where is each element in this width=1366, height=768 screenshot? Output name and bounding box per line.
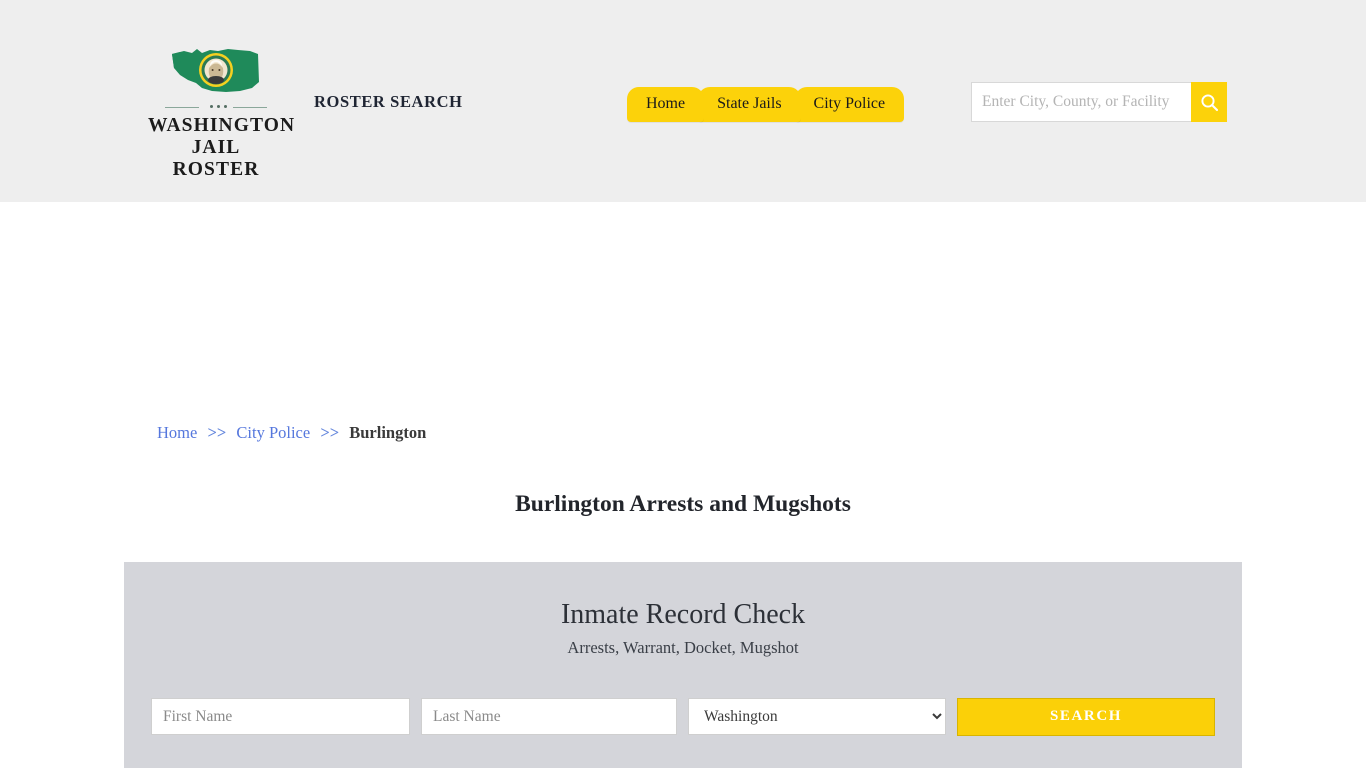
main-navigation: Home State Jails City Police <box>627 80 905 122</box>
logo-divider-ornament <box>161 103 271 112</box>
site-logo[interactable]: WASHINGTON JAIL ROSTER <box>148 42 296 180</box>
page-title: Burlington Arrests and Mugshots <box>515 490 851 517</box>
logo-text-line2: JAIL ROSTER <box>172 136 260 180</box>
panel-title: Inmate Record Check <box>560 599 806 630</box>
roster-search-wordmark: ROSTER SEARCH <box>314 92 463 111</box>
inmate-search-form: Washington SEARCH <box>151 697 1215 736</box>
nav-tab-state-jails[interactable]: State Jails <box>698 87 801 122</box>
breadcrumb-item-city-police[interactable]: City Police <box>236 423 310 442</box>
first-name-input[interactable] <box>151 698 410 736</box>
header-search-input[interactable] <box>972 83 1191 121</box>
search-button[interactable]: SEARCH <box>957 697 1215 736</box>
site-header: WASHINGTON JAIL ROSTER ROSTER SEARCH Hom… <box>0 0 1366 202</box>
breadcrumb: Home >> City Police >> Burlington <box>157 423 426 443</box>
panel-subtitle: Arrests, Warrant, Docket, Mugshot <box>567 637 799 657</box>
nav-tab-home[interactable]: Home <box>627 87 705 122</box>
breadcrumb-item-current: Burlington <box>349 423 427 442</box>
nav-tab-city-police[interactable]: City Police <box>794 87 905 122</box>
header-search-button[interactable] <box>1191 82 1227 122</box>
breadcrumb-item-home[interactable]: Home <box>157 423 197 442</box>
breadcrumb-separator: >> <box>320 423 340 442</box>
breadcrumb-separator: >> <box>207 423 227 442</box>
header-search-box <box>971 82 1227 122</box>
header-inner: WASHINGTON JAIL ROSTER ROSTER SEARCH Hom… <box>0 0 1366 202</box>
search-icon <box>1200 93 1218 111</box>
logo-text-line1: WASHINGTON <box>148 115 296 136</box>
inmate-record-check-panel: Inmate Record Check Arrests, Warrant, Do… <box>124 562 1242 768</box>
last-name-input[interactable] <box>421 698 677 736</box>
washington-state-flag-seal-icon <box>148 42 284 98</box>
state-select[interactable]: Washington <box>688 698 946 736</box>
